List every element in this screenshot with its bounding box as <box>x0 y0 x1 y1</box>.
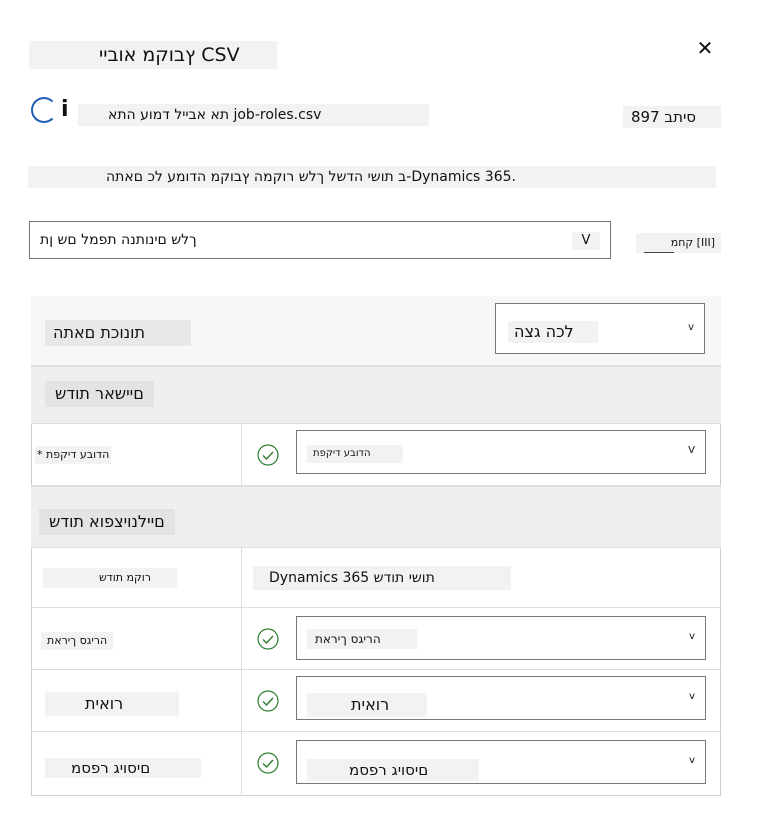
mapping-name-select[interactable]: ךלש םינותנה תפמל םש ןת V <box>29 221 611 259</box>
chevron-down-icon: v <box>688 322 694 333</box>
target-field-value: רואית <box>307 693 427 717</box>
check-icon <box>257 444 279 466</box>
show-filter-value: לכה גצה <box>508 321 598 343</box>
target-field-select[interactable]: םיסויג רפסמ v <box>296 740 706 784</box>
target-field-select[interactable]: הריגס ךיראת v <box>296 616 706 660</box>
close-icon[interactable]: ✕ <box>690 36 720 60</box>
source-field-label: רואית <box>45 692 179 716</box>
chevron-down-icon: v <box>689 691 695 702</box>
check-icon <box>257 690 279 712</box>
mapping-name-value: ךלש םינותנה תפמל םש ןת <box>40 232 197 248</box>
target-field-value: םיסויג רפסמ <box>307 759 479 781</box>
mapping-description: ב תושי הדשל ךלש רוקמה ץבוקמ הדומע לכ םאת… <box>28 166 716 188</box>
target-field-value: הדובע דיקפת <box>307 445 403 463</box>
target-field-select[interactable]: הדובע דיקפת V <box>296 430 706 474</box>
divider <box>644 252 674 253</box>
source-field-label: הריגס ךיראת <box>41 632 114 650</box>
table-row: הריגס ךיראת הריגס ךיראת v <box>31 608 721 670</box>
info-icon[interactable]: i <box>31 97 69 123</box>
source-column-header: רוקמ תודש <box>43 568 177 588</box>
table-header-row: רוקמ תודש Dynamics 365 תושי תודש <box>31 548 721 608</box>
optional-fields-section: םיילנויצפוא תודש <box>31 486 721 548</box>
target-column-header: Dynamics 365 תושי תודש <box>253 566 511 590</box>
target-field-select[interactable]: רואית v <box>296 676 706 720</box>
check-icon <box>257 628 279 650</box>
table-row: רואית רואית v <box>31 670 721 732</box>
check-icon <box>257 752 279 774</box>
table-row: * הדובע דיקפת הדובע דיקפת V <box>31 424 721 486</box>
match-fields-label: תונוכת םאתה <box>45 320 191 346</box>
section-title: םיישאר תודש <box>45 381 154 407</box>
chevron-down-icon: v <box>689 755 695 766</box>
file-label: תא אבייל דמוע התא job-roles.csv <box>78 104 429 126</box>
source-field-label: * הדובע דיקפת <box>35 446 112 464</box>
section-title: םיילנויצפוא תודש <box>39 509 175 535</box>
source-field-label: םיסויג רפסמ <box>45 758 201 778</box>
info-letter: i <box>61 97 69 122</box>
delete-mapping-button[interactable]: קחמ [III] <box>636 233 721 253</box>
table-row: םיסויג רפסמ םיסויג רפסמ v <box>31 732 721 796</box>
chevron-down-icon: v <box>689 631 695 642</box>
target-field-value: הריגס ךיראת <box>307 629 417 649</box>
required-fields-section: םיישאר תודש <box>31 366 721 424</box>
show-filter-select[interactable]: לכה גצה v <box>495 303 705 354</box>
row-count: סיתב 897 <box>623 106 721 128</box>
chevron-down-icon: V <box>572 232 600 250</box>
dialog-title: ץבוקמ אוביי CSV <box>29 41 277 69</box>
chevron-down-icon: V <box>688 445 695 456</box>
